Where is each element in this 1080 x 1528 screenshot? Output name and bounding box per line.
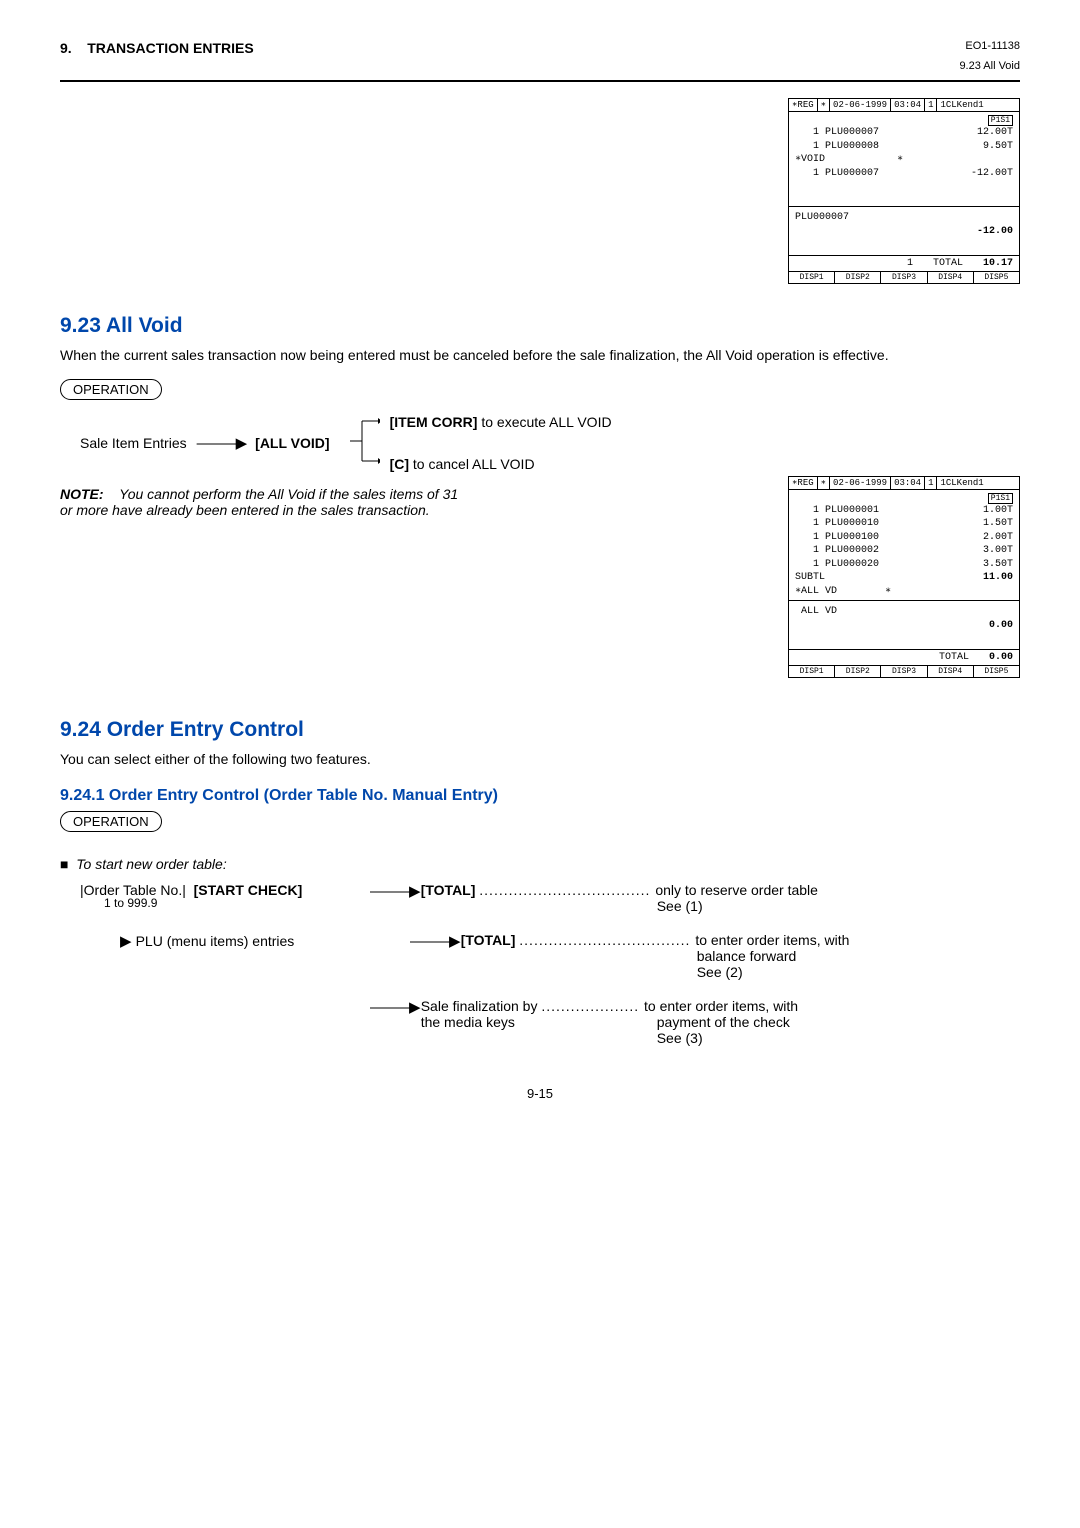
heading-9241: 9.24.1 Order Entry Control (Order Table … xyxy=(60,787,1020,805)
r1-clerk: 1CLKend1 xyxy=(937,99,1019,111)
r2-top: ∗REG ∗ 02-06-1999 03:04 1 1CLKend1 xyxy=(789,477,1019,490)
flow-entries: Sale Item Entries xyxy=(80,435,187,451)
flow-923: Sale Item Entries ———▶ [ALL VOID] [ITEM … xyxy=(80,414,1020,472)
intro-923: When the current sales transaction now b… xyxy=(60,346,1020,365)
r1-seq: 1 xyxy=(925,99,937,111)
flow-line-3: ———▶ Sale finalization by ..............… xyxy=(80,998,1020,1046)
total-key-2: [TOTAL] xyxy=(461,932,516,948)
desc-3a: to enter order items, with xyxy=(644,998,798,1014)
operation-pill-1: OPERATION xyxy=(60,379,162,400)
plu-entries: PLU (menu items) entries xyxy=(136,933,295,949)
dots: ................................... xyxy=(479,882,655,898)
c-key: [C] xyxy=(390,456,409,472)
r1-disp: DISP1 DISP2 DISP3 DISP4 DISP5 xyxy=(789,272,1019,283)
section-number: 9. xyxy=(60,40,72,56)
desc-1b: See (1) xyxy=(657,898,703,914)
note-label: NOTE: xyxy=(60,486,104,502)
desc-3b: payment of the check xyxy=(657,1014,790,1030)
r1-date: 02-06-1999 xyxy=(830,99,891,111)
desc-2c: See (2) xyxy=(697,964,743,980)
branch-icon xyxy=(350,416,380,466)
r2-body: P1S1 1 PLU0000011.00T 1 PLU0000101.50T 1… xyxy=(789,490,1019,601)
itemcorr-txt: to execute ALL VOID xyxy=(481,414,611,430)
note-923: NOTE: You cannot perform the All Void if… xyxy=(60,486,460,518)
dots: ................................... xyxy=(519,932,695,948)
r2-total: TOTAL 0.00 xyxy=(789,650,1019,666)
r1-body: P1S1 1 PLU00000712.00T 1 PLU0000089.50T … xyxy=(789,112,1019,206)
r1-time: 03:04 xyxy=(891,99,925,111)
r1-mid: PLU000007 -12.00 xyxy=(789,206,1019,256)
desc-3c: See (3) xyxy=(657,1030,703,1046)
sale-final-1: Sale finalization by xyxy=(421,998,538,1014)
allvoid-key: [ALL VOID] xyxy=(255,435,329,451)
heading-924: 9.24 Order Entry Control xyxy=(60,718,1020,742)
header-right: EO1-11138 9.23 All Void xyxy=(959,40,1020,72)
header-left: 9. TRANSACTION ENTRIES xyxy=(60,40,254,56)
sale-final-2: the media keys xyxy=(421,1014,515,1030)
page-header: 9. TRANSACTION ENTRIES EO1-11138 9.23 Al… xyxy=(60,40,1020,72)
r2-badge: P1S1 xyxy=(988,493,1013,504)
arrow-icon: ———▶ xyxy=(370,882,421,900)
r2-mid: ALL VD 0.00 xyxy=(789,600,1019,650)
receipt-display-1: ∗REG ∗ 02-06-1999 03:04 1 1CLKend1 P1S1 … xyxy=(788,98,1020,284)
operation-pill-2: OPERATION xyxy=(60,811,162,832)
flow-line-2: ▶ PLU (menu items) entries ———▶ [TOTAL] … xyxy=(80,932,1020,980)
heading-923: 9.23 All Void xyxy=(60,314,1020,338)
header-rule xyxy=(60,80,1020,82)
doc-id: EO1-11138 xyxy=(959,40,1020,52)
page-number: 9-15 xyxy=(60,1086,1020,1101)
r1-mode: ∗REG xyxy=(789,99,818,111)
r1-total: 1 TOTAL 10.17 xyxy=(789,256,1019,272)
section-title: TRANSACTION ENTRIES xyxy=(87,40,253,56)
arrow-icon: ———▶ xyxy=(197,434,246,452)
breadcrumb: 9.23 All Void xyxy=(959,60,1020,72)
arrow-icon: ———▶ xyxy=(370,998,421,1016)
desc-1a: only to reserve order table xyxy=(655,882,818,898)
arrow-icon: ———▶ xyxy=(410,932,461,950)
note-text: You cannot perform the All Void if the s… xyxy=(60,486,458,518)
c-txt: to cancel ALL VOID xyxy=(413,456,535,472)
r2-disp: DISP1 DISP2 DISP3 DISP4 DISP5 xyxy=(789,666,1019,677)
start-check-key: [START CHECK] xyxy=(194,882,303,898)
desc-2a: to enter order items, with xyxy=(695,932,849,948)
desc-2b: balance forward xyxy=(697,948,797,964)
r1-badge: P1S1 xyxy=(988,115,1013,126)
total-key-1: [TOTAL] xyxy=(421,882,476,898)
itemcorr-key: [ITEM CORR] xyxy=(390,414,478,430)
flow-line-1: |Order Table No.| [START CHECK] 1 to 999… xyxy=(80,882,1020,914)
arrow-icon: ▶ xyxy=(120,933,132,950)
intro-924: You can select either of the following t… xyxy=(60,750,1020,769)
receipt1-top: ∗REG ∗ 02-06-1999 03:04 1 1CLKend1 xyxy=(789,99,1019,112)
subtitle-start-order: ■ To start new order table: xyxy=(60,856,1020,872)
r1-star: ∗ xyxy=(818,99,830,111)
dots: .................... xyxy=(541,998,644,1014)
flow-924: |Order Table No.| [START CHECK] 1 to 999… xyxy=(60,882,1020,1046)
range-text: 1 to 999.9 xyxy=(104,896,370,910)
receipt-display-2: ∗REG ∗ 02-06-1999 03:04 1 1CLKend1 P1S1 … xyxy=(788,476,1020,679)
